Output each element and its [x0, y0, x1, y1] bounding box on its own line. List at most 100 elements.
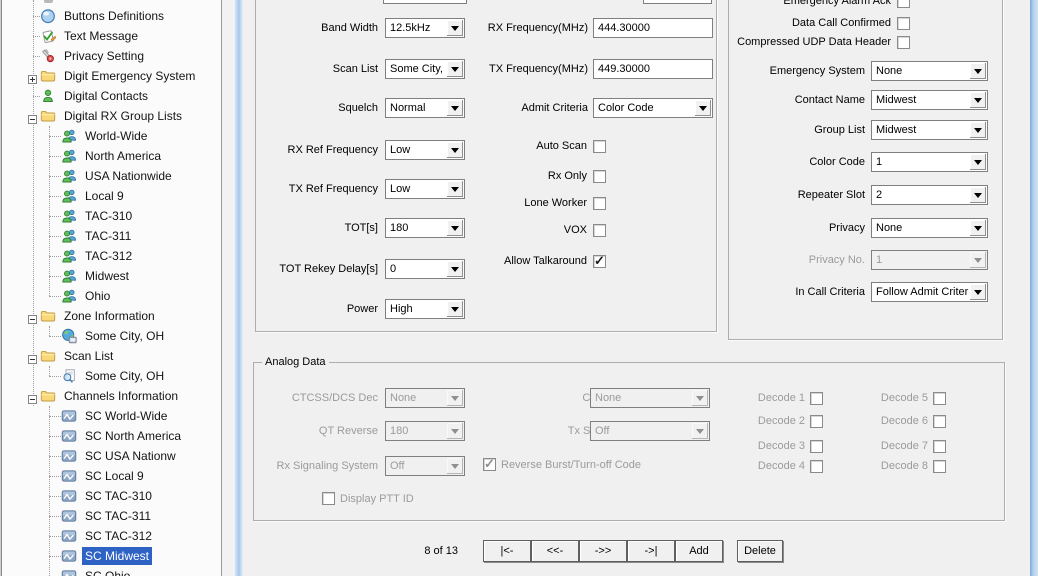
tree-connector-stub	[49, 156, 61, 157]
cps-window: Buttons DefinitionsText MessagePrivacy S…	[0, 0, 1038, 576]
privacy-no-combobox-value: 1	[876, 254, 969, 266]
chevron-down-icon	[974, 69, 982, 74]
channel-settings-panel: Analog Data 8 of 13 Band Width12.5kHzSca…	[243, 0, 1030, 576]
rx-frequency-mhz-label: RX Frequency(MHz)	[328, 22, 588, 35]
dropdown-arrow-button[interactable]	[970, 92, 986, 108]
tree-connector-stub	[49, 516, 61, 517]
collapse-icon[interactable]	[28, 111, 37, 120]
chevron-down-icon	[974, 160, 982, 165]
expand-icon[interactable]	[28, 71, 37, 80]
collapse-icon[interactable]	[28, 351, 37, 360]
tree-connector-stub	[33, 96, 40, 97]
people-icon	[61, 228, 77, 244]
tree-item-scan-list[interactable]: Scan List	[61, 347, 116, 365]
tree-item-sc-tac-310[interactable]: SC TAC-310	[82, 487, 155, 505]
nav-first-button[interactable]: |<-	[483, 540, 531, 562]
qt-reverse-label: QT Reverse	[118, 425, 378, 438]
analog-data-title: Analog Data	[262, 356, 329, 368]
tree-connector-stub	[49, 416, 61, 417]
tree-item-sc-world-wide[interactable]: SC World-Wide	[82, 407, 170, 425]
group-list-combobox[interactable]: Midwest	[871, 120, 988, 140]
tree-connector-stub	[49, 376, 61, 377]
tree-item-some-city-oh[interactable]: Some City, OH	[82, 367, 167, 385]
display-ptt-id-checkbox	[322, 492, 335, 505]
tree-item-sc-tac-311[interactable]: SC TAC-311	[82, 507, 154, 525]
nav-last-button[interactable]: ->|	[627, 540, 675, 562]
tree-connector-stub	[49, 176, 61, 177]
rx-only-checkbox[interactable]	[593, 170, 606, 183]
admit-criteria-label: Admit Criteria	[328, 102, 588, 115]
tree-item-sc-midwest[interactable]: SC Midwest	[82, 547, 152, 565]
window-border-left	[0, 0, 3, 576]
power-combobox-value: High	[390, 303, 446, 315]
panel-splitter[interactable]	[233, 0, 243, 576]
emergency-alarm-ack-label: Emergency Alarm Ack	[631, 0, 891, 8]
chevron-down-icon	[451, 307, 459, 312]
decode-7-checkbox	[933, 440, 946, 453]
tree-connector-stub	[33, 16, 40, 17]
chevron-down-icon	[451, 464, 459, 469]
dropdown-arrow-button[interactable]	[970, 122, 986, 138]
contact-name-label: Contact Name	[605, 94, 865, 107]
tree-connector-stub	[49, 336, 61, 337]
channel-icon	[61, 448, 77, 464]
tree-connector-line	[33, 0, 34, 406]
auto-scan-checkbox[interactable]	[593, 140, 606, 153]
nav-prev-button[interactable]: <<-	[531, 540, 579, 562]
display-ptt-id-label: Display PTT ID	[340, 493, 490, 506]
folder-icon	[40, 348, 56, 364]
collapse-icon[interactable]	[28, 391, 37, 400]
privacy-combobox[interactable]: None	[871, 218, 988, 238]
dropdown-arrow-button[interactable]	[970, 220, 986, 236]
people-icon	[61, 208, 77, 224]
tree-connector-stub	[33, 56, 40, 57]
data-call-confirmed-checkbox[interactable]	[897, 17, 910, 30]
channel-icon	[61, 468, 77, 484]
cut-off-tree-item-icon	[44, 0, 53, 3]
emergency-alarm-ack-checkbox[interactable]	[897, 0, 910, 8]
channel-icon	[61, 508, 77, 524]
tree-connector-stub	[49, 276, 61, 277]
dropdown-arrow-button[interactable]	[970, 63, 986, 79]
folder-icon	[40, 68, 56, 84]
people-icon	[61, 248, 77, 264]
dropdown-arrow-button[interactable]	[970, 284, 986, 300]
decode-6-checkbox	[933, 415, 946, 428]
compressed-udp-data-header-checkbox[interactable]	[897, 36, 910, 49]
allow-talkaround-label: Allow Talkaround	[327, 255, 587, 268]
nav-next-button[interactable]: ->>	[579, 540, 627, 562]
power-label: Power	[118, 303, 378, 316]
tree-item-sc-tac-312[interactable]: SC TAC-312	[82, 527, 155, 545]
tree-connector-stub	[49, 476, 61, 477]
repeater-slot-combobox[interactable]: 2	[871, 185, 988, 205]
chevron-down-icon	[974, 226, 982, 231]
rx-signaling-system-combobox: Off	[385, 456, 465, 476]
tree-item-sc-ohio[interactable]: SC Ohio	[82, 567, 133, 576]
tree-connector-line	[49, 326, 50, 336]
dropdown-arrow-button[interactable]	[970, 187, 986, 203]
delete-button[interactable]: Delete	[737, 540, 783, 562]
color-code-label: Color Code	[605, 156, 865, 169]
globe-icon	[61, 328, 77, 344]
tree-item-ohio[interactable]: Ohio	[82, 287, 113, 305]
color-code-combobox[interactable]: 1	[871, 152, 988, 172]
emergency-system-combobox[interactable]: None	[871, 61, 988, 81]
dropdown-arrow-button[interactable]	[447, 181, 463, 197]
tree-item-some-city-oh[interactable]: Some City, OH	[82, 327, 167, 345]
collapse-icon[interactable]	[28, 311, 37, 320]
contact-name-combobox[interactable]: Midwest	[871, 90, 988, 110]
emergency-system-label: Emergency System	[605, 65, 865, 78]
chevron-down-icon	[974, 258, 982, 263]
dropdown-arrow-button[interactable]	[970, 154, 986, 170]
in-call-criteria-combobox[interactable]: Follow Admit Criteria	[871, 282, 988, 302]
in-call-criteria-label: In Call Criteria	[605, 286, 865, 299]
rx-signaling-system-combobox-value: Off	[390, 460, 446, 472]
add-button[interactable]: Add	[675, 540, 723, 562]
tree-item-world-wide[interactable]: World-Wide	[82, 127, 150, 145]
record-position: 8 of 13	[358, 545, 458, 558]
dropdown-arrow-button[interactable]	[447, 301, 463, 317]
privacy-label: Privacy	[605, 222, 865, 235]
power-combobox[interactable]: High	[385, 299, 465, 319]
ctcss-dcs-dec-label: CTCSS/DCS Dec	[118, 392, 378, 405]
tree-connector-line	[49, 406, 50, 576]
